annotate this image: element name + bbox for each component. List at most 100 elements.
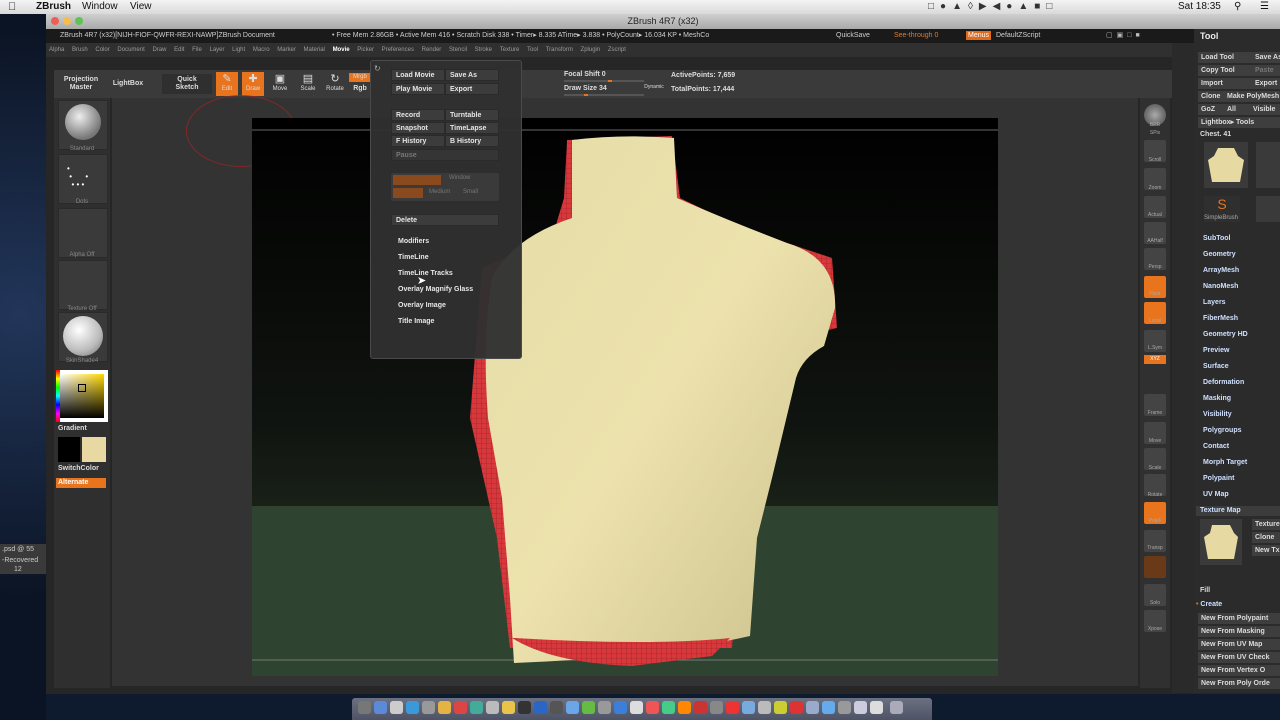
dock-app4-icon[interactable] xyxy=(598,701,611,714)
save-as-button[interactable]: Save As xyxy=(445,69,499,81)
rotate-button[interactable]: ↻ Rotate xyxy=(322,72,348,96)
dock-app11-icon[interactable] xyxy=(710,701,723,714)
alpha-selector[interactable] xyxy=(58,208,108,258)
make-polymesh-button[interactable]: Make PolyMesh xyxy=(1224,91,1280,102)
dock-app7-icon[interactable] xyxy=(646,701,659,714)
stroke-selector[interactable]: • • • • • • xyxy=(58,154,108,204)
new-from-masking-button[interactable]: New From Masking xyxy=(1198,626,1280,637)
record-button[interactable]: Record xyxy=(391,109,445,121)
cylinder-tool-thumbnail[interactable] xyxy=(1256,142,1280,188)
gradient-label[interactable]: Gradient xyxy=(58,425,87,432)
new-from-poly-order-button[interactable]: New From Poly Orde xyxy=(1198,678,1280,689)
mrgb-button[interactable]: Mrgb xyxy=(349,73,371,82)
dock-launchpad-icon[interactable] xyxy=(374,701,387,714)
menu-view[interactable]: View xyxy=(130,0,152,14)
default-zscript-button[interactable]: DefaultZScript xyxy=(996,29,1040,43)
menu-stroke[interactable]: Stroke xyxy=(475,47,492,53)
zoom-icon[interactable] xyxy=(75,17,83,25)
minimize-icon[interactable] xyxy=(63,17,71,25)
projection-master-button[interactable]: Projection Master xyxy=(56,76,106,92)
dock-app18-icon[interactable] xyxy=(822,701,835,714)
window-controls-icons[interactable]: ▢▣□■ xyxy=(1106,29,1144,43)
small-size-toggle[interactable]: Small xyxy=(463,189,478,195)
visible-button[interactable]: Visible xyxy=(1250,104,1280,115)
texture-clone-button[interactable]: Clone xyxy=(1252,532,1280,543)
see-through-slider[interactable]: See-through 0 xyxy=(894,29,938,43)
ghost-icon[interactable] xyxy=(1144,556,1166,578)
menu-picker[interactable]: Picker xyxy=(357,47,374,53)
dock-app9-icon[interactable] xyxy=(678,701,691,714)
close-icon[interactable] xyxy=(51,17,59,25)
morph-target-subpalette[interactable]: Morph Target xyxy=(1203,459,1247,466)
tool-export-button[interactable]: Export xyxy=(1252,78,1280,89)
menu-zplugin[interactable]: Zplugin xyxy=(581,47,601,53)
document-viewport[interactable] xyxy=(252,118,998,676)
spix-label[interactable]: SPix xyxy=(1140,130,1170,136)
import-button[interactable]: Import xyxy=(1198,78,1252,89)
tool-palette-title[interactable]: Tool xyxy=(1200,31,1218,41)
menu-window[interactable]: Window xyxy=(82,0,118,14)
uv-map-subpalette[interactable]: UV Map xyxy=(1203,491,1229,498)
tray-divider[interactable] xyxy=(1172,43,1194,693)
new-from-uv-map-button[interactable]: New From UV Map xyxy=(1198,639,1280,650)
menu-preferences[interactable]: Preferences xyxy=(382,47,414,53)
menu-light[interactable]: Light xyxy=(232,47,245,53)
preview-subpalette[interactable]: Preview xyxy=(1203,347,1229,354)
export-button[interactable]: Export xyxy=(445,83,499,95)
polypaint-subpalette[interactable]: Polypaint xyxy=(1203,475,1235,482)
secondary-color-swatch[interactable] xyxy=(58,437,80,462)
b-history-button[interactable]: B History xyxy=(445,135,499,147)
geometry-hd-subpalette[interactable]: Geometry HD xyxy=(1203,331,1248,338)
menu-zscript[interactable]: Zscript xyxy=(608,47,626,53)
pause-button[interactable]: Pause xyxy=(391,149,499,161)
menu-color[interactable]: Color xyxy=(95,47,109,53)
f-history-button[interactable]: F History xyxy=(391,135,445,147)
fill-label[interactable]: Fill xyxy=(1200,587,1210,594)
menu-movie[interactable]: Movie xyxy=(333,47,350,53)
title-image-subpalette[interactable]: Title Image xyxy=(398,318,434,325)
overlay-image-subpalette[interactable]: Overlay Image xyxy=(398,302,446,309)
menu-alpha[interactable]: Alpha xyxy=(49,47,64,53)
dock-app2-icon[interactable] xyxy=(566,701,579,714)
all-button[interactable]: All xyxy=(1224,104,1250,115)
menu-document[interactable]: Document xyxy=(117,47,144,53)
medium-size-toggle[interactable]: Medium xyxy=(429,189,450,195)
menu-layer[interactable]: Layer xyxy=(209,47,224,53)
color-cursor[interactable] xyxy=(78,384,86,392)
delete-button[interactable]: Delete xyxy=(391,214,499,226)
document-size-toggle[interactable] xyxy=(393,175,441,185)
menu-file[interactable]: File xyxy=(192,47,202,53)
refresh-icon[interactable]: ↻ xyxy=(374,64,381,73)
chest-tool-thumbnail[interactable] xyxy=(1204,142,1248,188)
visibility-subpalette[interactable]: Visibility xyxy=(1203,411,1232,418)
lightbox-button[interactable]: LightBox xyxy=(108,80,148,87)
move-button[interactable]: ▣ Move xyxy=(268,72,292,96)
quicksave-button[interactable]: QuickSave xyxy=(836,29,870,43)
material-selector[interactable] xyxy=(58,312,108,362)
menu-texture[interactable]: Texture xyxy=(500,47,520,53)
paste-tool-button[interactable]: Paste xyxy=(1252,65,1280,76)
main-color-swatch[interactable] xyxy=(82,437,106,462)
snapshot-button[interactable]: Snapshot xyxy=(391,122,445,134)
color-picker[interactable] xyxy=(56,370,108,422)
dock-documents-icon[interactable] xyxy=(870,701,883,714)
menu-edit[interactable]: Edit xyxy=(174,47,184,53)
menus-button[interactable]: Menus xyxy=(966,31,992,40)
fibermesh-subpalette[interactable]: FiberMesh xyxy=(1203,315,1238,322)
brush-selector[interactable] xyxy=(58,100,108,150)
deformation-subpalette[interactable]: Deformation xyxy=(1203,379,1244,386)
menu-macro[interactable]: Macro xyxy=(253,47,270,53)
menu-app[interactable]: ZBrush xyxy=(36,0,71,14)
play-movie-button[interactable]: Play Movie xyxy=(391,83,445,95)
new-from-polypaint-button[interactable]: New From Polypaint xyxy=(1198,613,1280,624)
dock-preferences-icon[interactable] xyxy=(390,701,403,714)
status-icons[interactable]: □●▲◊▶◀●▲■□ xyxy=(928,0,1058,14)
menu-transform[interactable]: Transform xyxy=(546,47,573,53)
hue-strip[interactable] xyxy=(56,370,60,422)
dock-photoshop-icon[interactable] xyxy=(534,701,547,714)
draw-button[interactable]: ✚ Draw xyxy=(242,72,264,96)
texture-map-header[interactable]: Texture Map xyxy=(1196,506,1280,516)
menu-draw[interactable]: Draw xyxy=(152,47,166,53)
dock-finder-icon[interactable] xyxy=(358,701,371,714)
dock-app-icon[interactable] xyxy=(422,701,435,714)
